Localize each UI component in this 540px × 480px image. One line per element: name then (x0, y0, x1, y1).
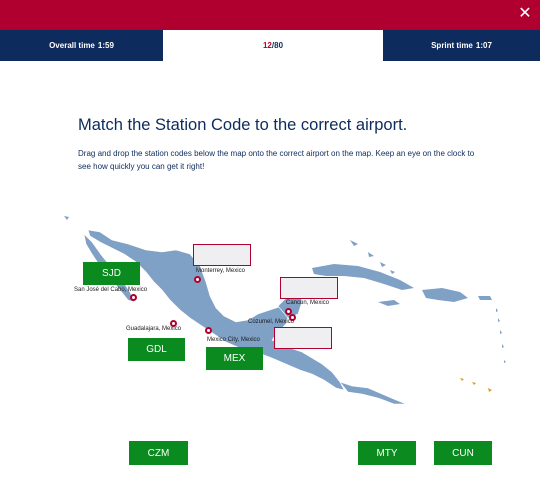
code-mex-placed[interactable]: MEX (206, 347, 263, 370)
overall-time-value: 1:59 (97, 41, 114, 50)
overall-time-label: Overall time (49, 41, 95, 50)
pin-san-jose-del-cabo[interactable] (130, 294, 137, 301)
code-gdl-placed[interactable]: GDL (128, 338, 185, 361)
pin-monterrey[interactable] (194, 276, 201, 283)
sprint-time: Sprint time 1:07 (383, 30, 540, 61)
progress-current: 12 (262, 41, 272, 50)
drop-slot-cozumel[interactable] (274, 327, 332, 349)
close-icon[interactable]: ✕ (516, 5, 534, 23)
pin-mexico-city[interactable] (205, 327, 212, 334)
code-cun[interactable]: CUN (434, 441, 492, 465)
jamaica (378, 300, 400, 306)
central-america (339, 381, 407, 405)
highlighted-islands (460, 378, 492, 392)
code-sjd-placed[interactable]: SJD (83, 262, 140, 285)
sprint-time-label: Sprint time (431, 41, 473, 50)
progress-counter: 12 /80 (163, 30, 383, 61)
instructions-text: Drag and drop the station codes below th… (78, 149, 475, 171)
puerto-rico (478, 296, 492, 300)
label-cozumel: Cozumel, Mexico (248, 319, 295, 325)
status-bar: Overall time 1:59 12 /80 Sprint time 1:0… (0, 30, 540, 61)
overall-time: Overall time 1:59 (0, 30, 163, 61)
lesser-antilles (496, 308, 506, 363)
code-mty[interactable]: MTY (358, 441, 416, 465)
map-island (64, 216, 69, 220)
label-monterrey: Monterrey, Mexico (196, 268, 245, 274)
drop-slot-cancun[interactable] (280, 277, 338, 299)
map: Monterrey, Mexico San José del Cabo, Mex… (50, 210, 510, 405)
sprint-time-value: 1:07 (475, 41, 492, 50)
page-title: Match the Station Code to the correct ai… (78, 116, 408, 134)
hispaniola (422, 288, 468, 302)
drop-slot-monterrey[interactable] (193, 244, 251, 266)
top-bar: ✕ (0, 0, 540, 30)
code-czm[interactable]: CZM (129, 441, 188, 465)
label-guadalajara: Guadalajara, Mexico (126, 326, 182, 332)
label-san-jose-del-cabo: San José del Cabo, Mexico (74, 287, 148, 293)
progress-total: /80 (271, 41, 284, 50)
map-image (64, 216, 506, 405)
label-cancun: Cancun, Mexico (286, 300, 330, 306)
label-mexico-city: Mexico City, Mexico (207, 337, 260, 343)
